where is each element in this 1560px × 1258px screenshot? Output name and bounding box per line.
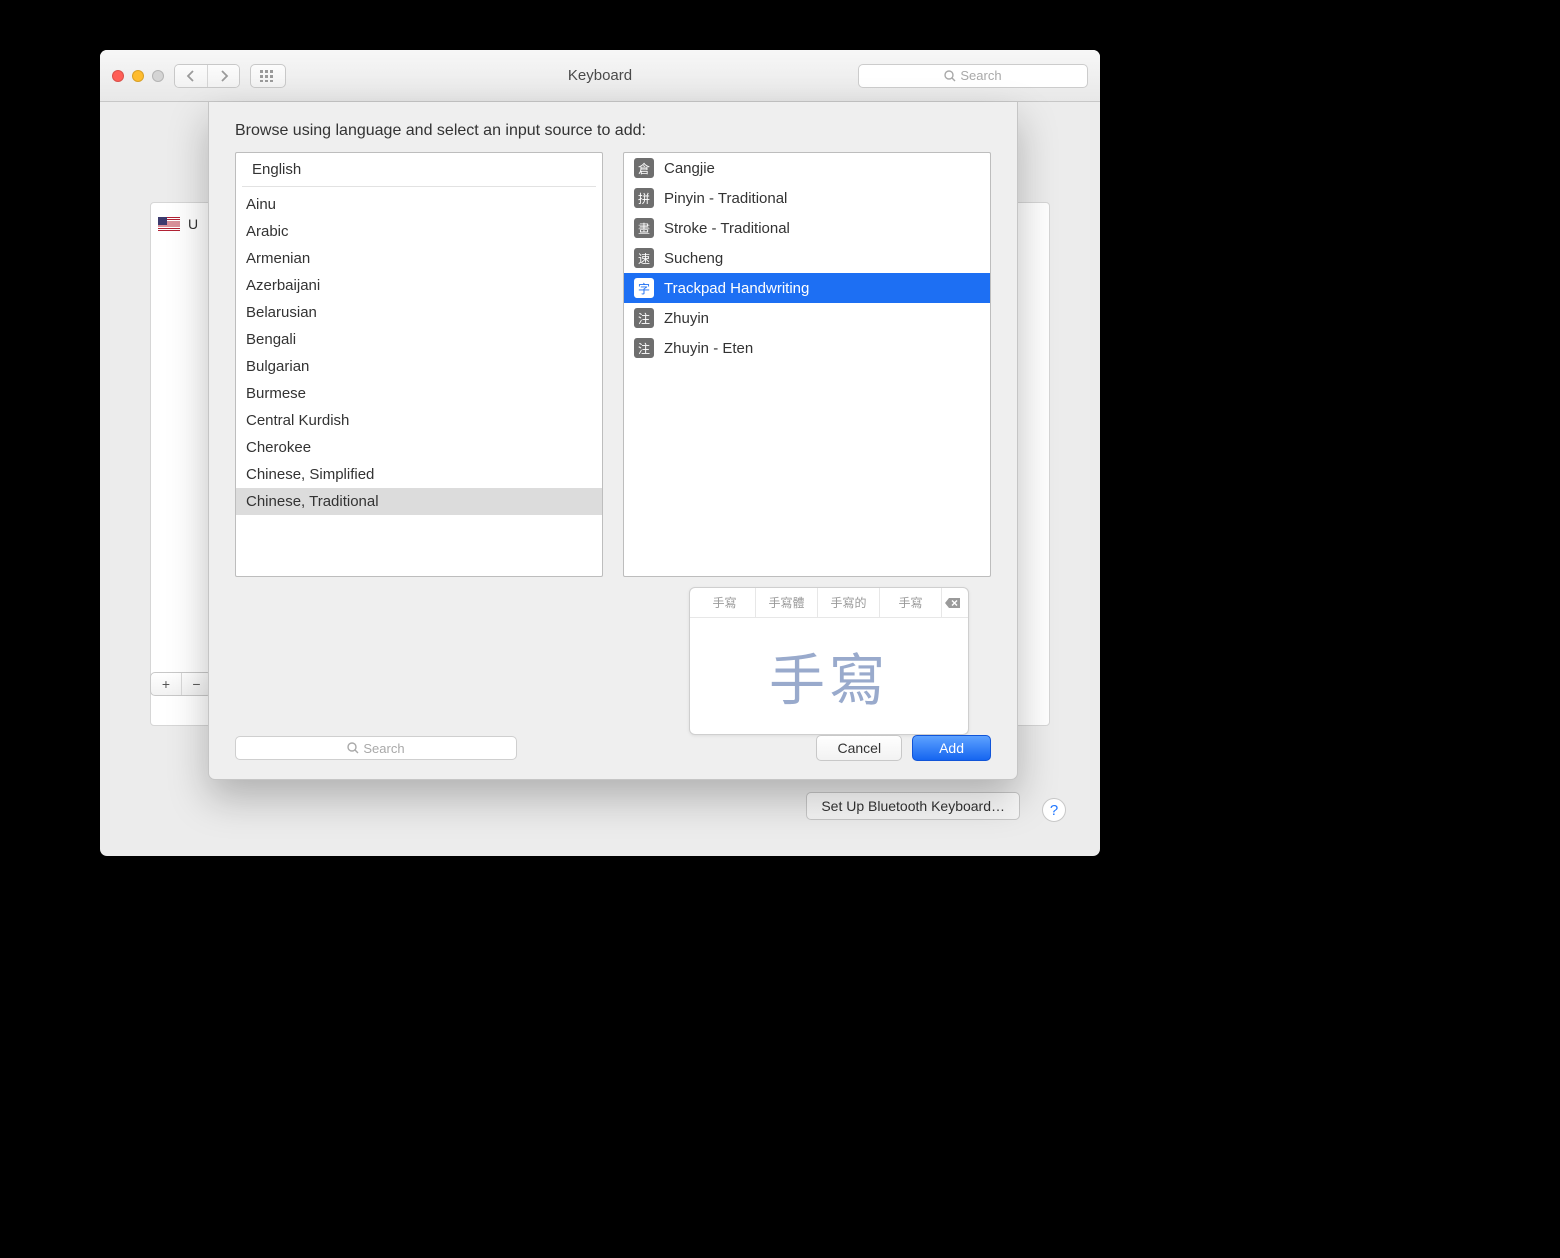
candidate[interactable]: 手寫 (880, 588, 942, 617)
add-remove-buttons: + − (150, 672, 212, 696)
show-all-button[interactable] (250, 64, 286, 88)
input-source-row[interactable]: 字 Trackpad Handwriting (624, 273, 990, 303)
handwriting-preview: 手寫手寫體手寫的手寫 手寫 (689, 587, 969, 735)
delete-icon[interactable] (942, 597, 964, 609)
toolbar-search[interactable]: Search (858, 64, 1088, 88)
add-input-button[interactable]: + (151, 673, 181, 695)
source-badge-icon: 倉 (634, 158, 654, 178)
preview-wrap: 手寫手寫體手寫的手寫 手寫 (235, 587, 969, 735)
sheet-search[interactable]: Search (235, 736, 517, 760)
language-row[interactable]: Azerbaijani (236, 272, 602, 299)
source-badge-icon: 注 (634, 338, 654, 358)
source-label: Zhuyin (664, 310, 709, 327)
candidate[interactable]: 手寫的 (818, 588, 880, 617)
language-list[interactable]: English AinuArabicArmenianAzerbaijaniBel… (235, 152, 603, 577)
input-source-row[interactable]: 速 Sucheng (624, 243, 990, 273)
source-label: Zhuyin - Eten (664, 340, 753, 357)
preferences-window: Keyboard Search U + − Set Up Bluetooth K… (100, 50, 1100, 856)
language-row[interactable]: Armenian (236, 245, 602, 272)
content-area: U + − Set Up Bluetooth Keyboard… ? Brows… (100, 102, 1100, 856)
language-row-english[interactable]: English (242, 155, 596, 187)
toolbar-search-placeholder: Search (960, 68, 1001, 83)
candidate[interactable]: 手寫 (694, 588, 756, 617)
bluetooth-keyboard-button[interactable]: Set Up Bluetooth Keyboard… (806, 792, 1020, 820)
language-row[interactable]: Burmese (236, 380, 602, 407)
input-source-list[interactable]: 倉 Cangjie 拼 Pinyin - Traditional 畫 Stroke - T… (623, 152, 991, 577)
nav-buttons (174, 64, 240, 88)
candidate-bar: 手寫手寫體手寫的手寫 (690, 588, 968, 618)
source-badge-icon: 速 (634, 248, 654, 268)
source-badge-icon: 畫 (634, 218, 654, 238)
source-badge-icon: 字 (634, 278, 654, 298)
current-input-row[interactable]: U (158, 216, 198, 232)
search-icon (944, 70, 956, 82)
source-label: Cangjie (664, 160, 715, 177)
lists-container: English AinuArabicArmenianAzerbaijaniBel… (235, 152, 991, 577)
sheet-instruction: Browse using language and select an inpu… (235, 122, 991, 140)
source-badge-icon: 拼 (634, 188, 654, 208)
add-input-source-sheet: Browse using language and select an inpu… (208, 102, 1018, 780)
language-row[interactable]: Chinese, Traditional (236, 488, 602, 515)
us-flag-icon (158, 217, 180, 231)
sheet-search-placeholder: Search (363, 741, 404, 756)
language-row[interactable]: Arabic (236, 218, 602, 245)
language-row[interactable]: Bulgarian (236, 353, 602, 380)
candidate[interactable]: 手寫體 (756, 588, 818, 617)
zoom-icon[interactable] (152, 70, 164, 82)
remove-input-button[interactable]: − (181, 673, 211, 695)
source-label: Pinyin - Traditional (664, 190, 787, 207)
help-button[interactable]: ? (1042, 798, 1066, 822)
close-icon[interactable] (112, 70, 124, 82)
traffic-lights (112, 70, 164, 82)
language-row[interactable]: Cherokee (236, 434, 602, 461)
search-icon (347, 742, 359, 754)
forward-button[interactable] (207, 65, 239, 87)
language-row[interactable]: Bengali (236, 326, 602, 353)
language-row[interactable]: Central Kurdish (236, 407, 602, 434)
input-source-row[interactable]: 注 Zhuyin - Eten (624, 333, 990, 363)
input-source-row[interactable]: 拼 Pinyin - Traditional (624, 183, 990, 213)
input-source-row[interactable]: 注 Zhuyin (624, 303, 990, 333)
source-label: Trackpad Handwriting (664, 280, 809, 297)
input-source-row[interactable]: 畫 Stroke - Traditional (624, 213, 990, 243)
source-label: Stroke - Traditional (664, 220, 790, 237)
titlebar: Keyboard Search (100, 50, 1100, 102)
minimize-icon[interactable] (132, 70, 144, 82)
source-label: Sucheng (664, 250, 723, 267)
add-button[interactable]: Add (912, 735, 991, 761)
handwriting-sample: 手寫 (690, 618, 968, 734)
language-row[interactable]: Chinese, Simplified (236, 461, 602, 488)
input-source-row[interactable]: 倉 Cangjie (624, 153, 990, 183)
source-badge-icon: 注 (634, 308, 654, 328)
sheet-footer: Search Cancel Add (235, 735, 991, 761)
current-input-label: U (188, 216, 198, 232)
cancel-button[interactable]: Cancel (816, 735, 902, 761)
back-button[interactable] (175, 65, 207, 87)
language-row[interactable]: Belarusian (236, 299, 602, 326)
language-row[interactable]: Ainu (236, 191, 602, 218)
